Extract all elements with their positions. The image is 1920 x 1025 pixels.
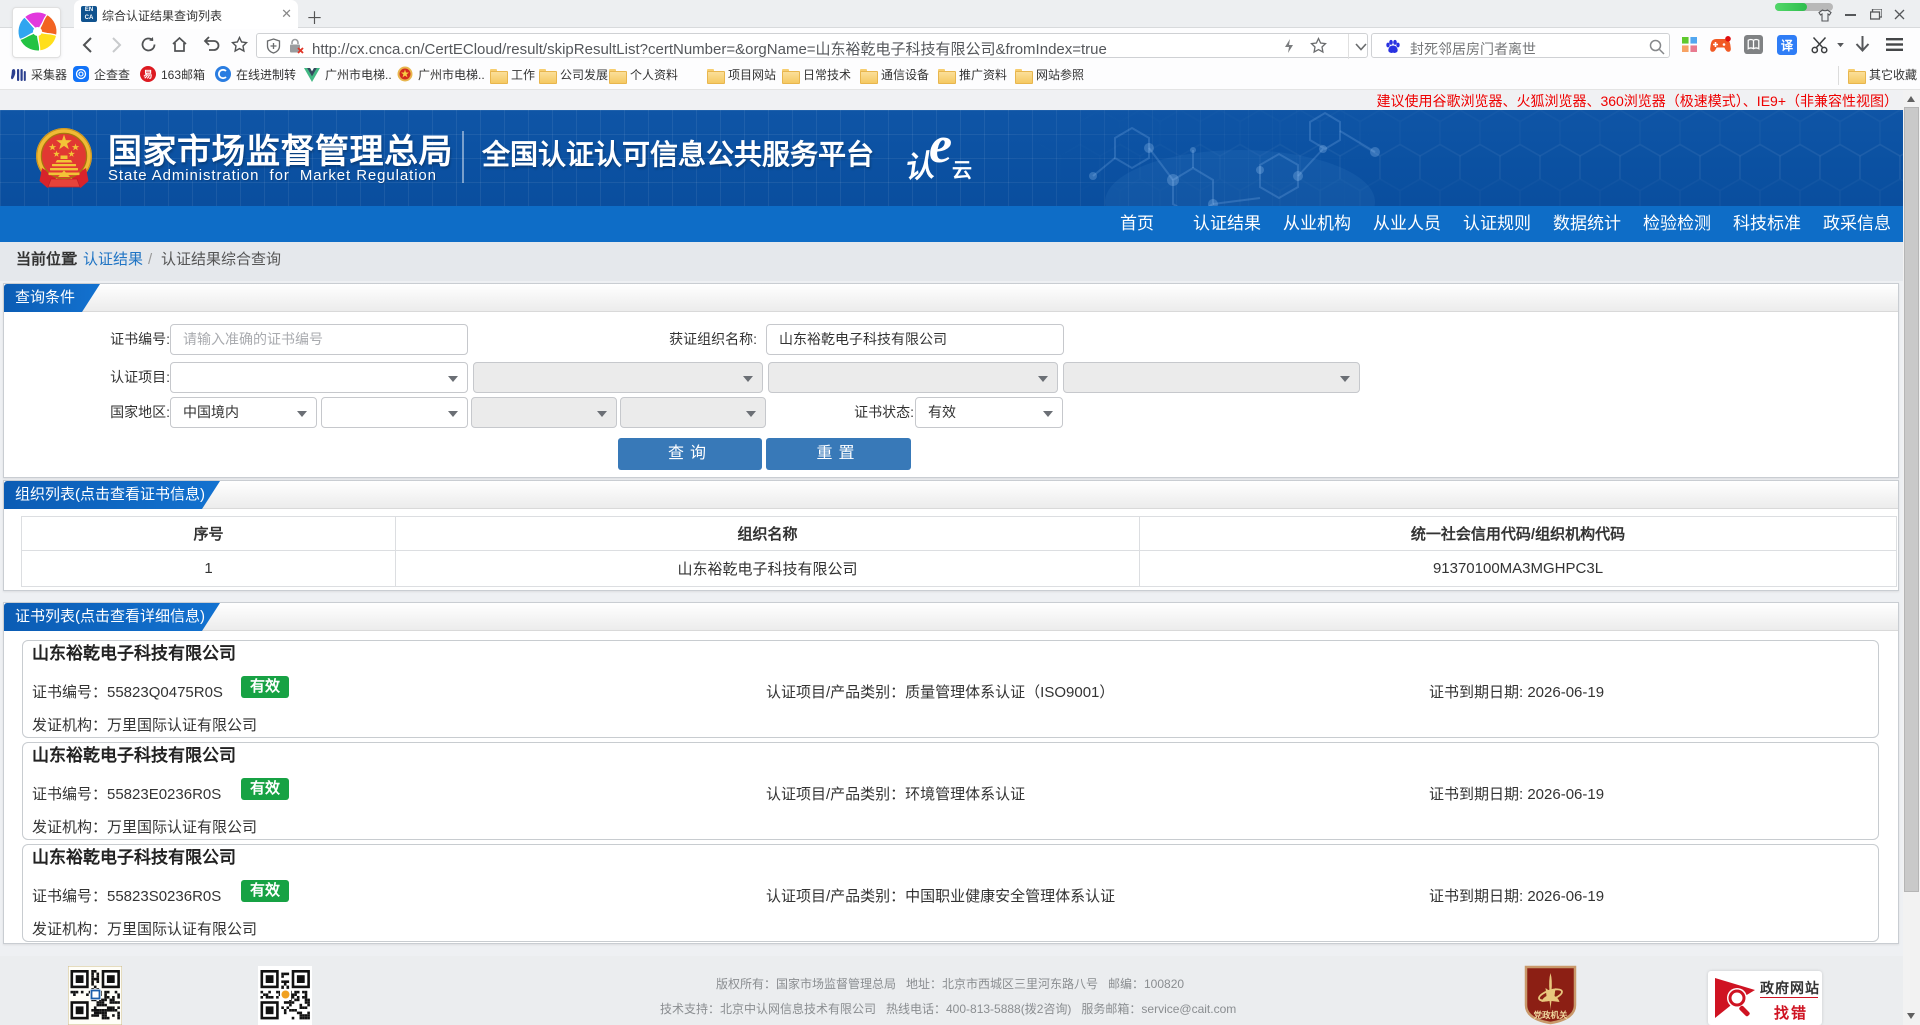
svg-text:党政机关: 党政机关 — [1533, 1010, 1568, 1020]
svg-text:易: 易 — [143, 70, 152, 80]
svg-text:译: 译 — [1781, 39, 1794, 53]
